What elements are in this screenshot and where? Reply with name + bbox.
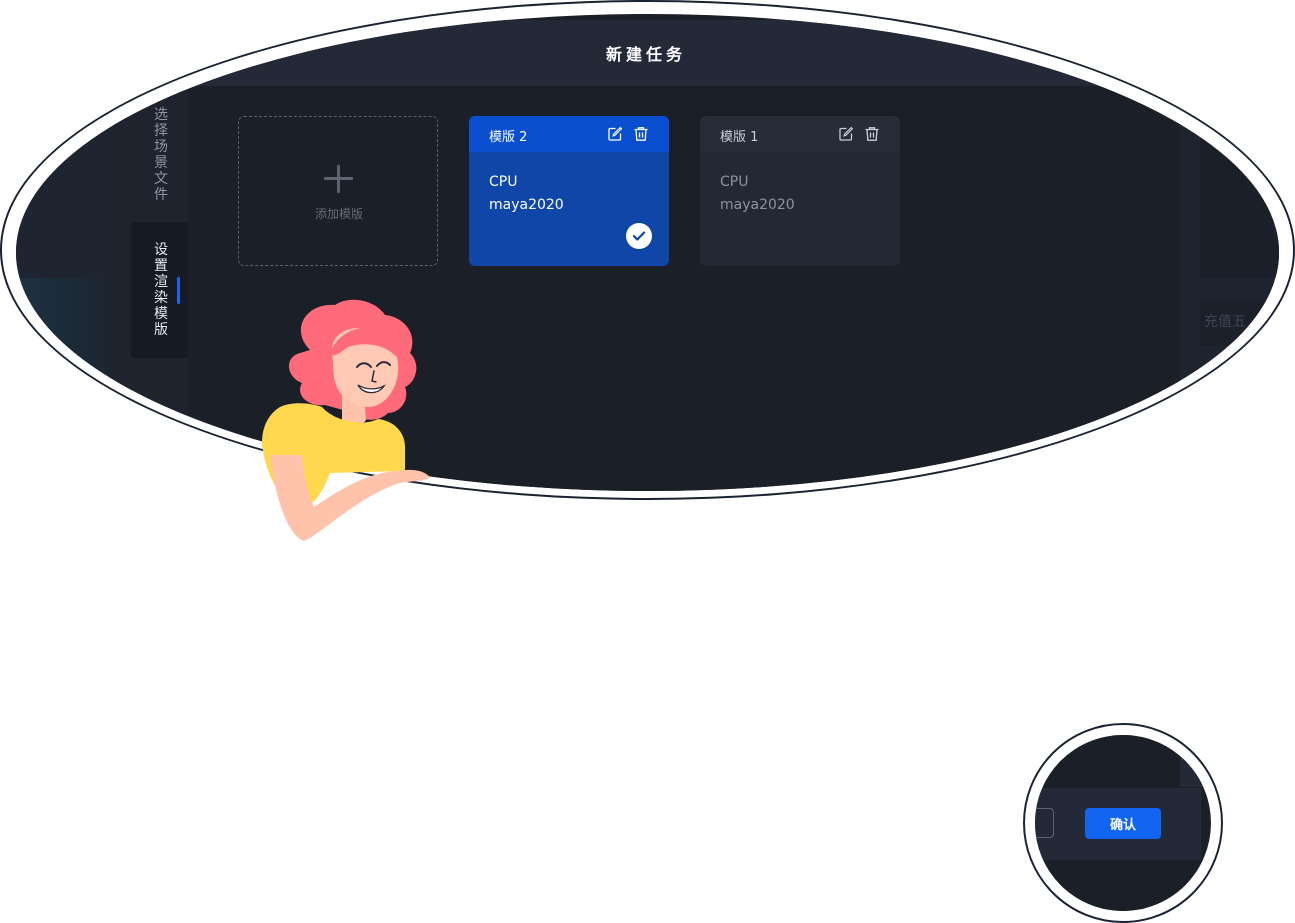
girl-illustration	[262, 299, 430, 541]
nav-item-label-char: 件	[154, 187, 168, 203]
background-right-text: 充值五	[1204, 314, 1246, 330]
modal-side-edge	[1180, 735, 1211, 787]
nav-item-select-scene-file[interactable]: 选 择 场 景 文 件	[147, 107, 175, 203]
modal-header: 新建任务	[112, 20, 1180, 86]
nav-item-label-char: 设	[154, 242, 168, 258]
nav-item-label-char: 模	[154, 306, 168, 322]
nav-item-label-char: 场	[154, 139, 168, 155]
template-renderer: CPU	[489, 174, 518, 190]
add-template-card[interactable]: 添加模版	[238, 116, 438, 266]
edit-icon[interactable]	[838, 126, 854, 142]
background-left-panel	[16, 14, 112, 491]
template-renderer: CPU	[720, 174, 749, 190]
plus-icon	[323, 163, 355, 195]
add-template-label: 添加模版	[314, 207, 363, 221]
confirm-button[interactable]: 确认	[1085, 808, 1161, 839]
nav-item-set-render-template[interactable]: 设 置 渲 染 模 版	[147, 242, 175, 338]
trash-icon[interactable]	[864, 126, 880, 142]
background-right-card	[1200, 88, 1279, 278]
cancel-button[interactable]	[1035, 808, 1054, 838]
background-bottom	[1035, 860, 1211, 911]
nav-item-label-char: 染	[154, 290, 168, 306]
template-card[interactable]: 模版 1 CPU maya2020	[700, 116, 900, 266]
background-left-glow	[16, 278, 112, 398]
modal-body-edge	[1035, 735, 1181, 787]
template-software: maya2020	[489, 197, 564, 213]
template-software: maya2020	[720, 197, 795, 213]
template-card-selected[interactable]: 模版 2 CPU maya2020	[469, 116, 669, 266]
nav-item-label-char: 景	[154, 155, 168, 171]
trash-icon[interactable]	[633, 126, 649, 142]
modal-title: 新建任务	[605, 45, 686, 64]
template-name: 模版 1	[720, 130, 759, 145]
nav-item-label-char: 渲	[154, 274, 168, 290]
template-name: 模版 2	[489, 130, 528, 145]
nav-active-indicator	[177, 277, 180, 304]
nav-item-label-char: 置	[154, 258, 168, 274]
circle-magnifier: 确认	[1035, 735, 1211, 911]
ellipse-magnifier: 充值五 新建任务 选 择 场 景 文 件 设 置 渲 染 模 版 添加模版 模版…	[16, 14, 1279, 491]
nav-item-label-char: 择	[154, 123, 168, 139]
edit-icon[interactable]	[607, 126, 623, 142]
nav-item-label-char: 版	[154, 322, 168, 338]
nav-item-label-char: 文	[154, 171, 168, 187]
nav-item-label-char: 选	[154, 107, 168, 123]
check-icon	[626, 223, 652, 249]
